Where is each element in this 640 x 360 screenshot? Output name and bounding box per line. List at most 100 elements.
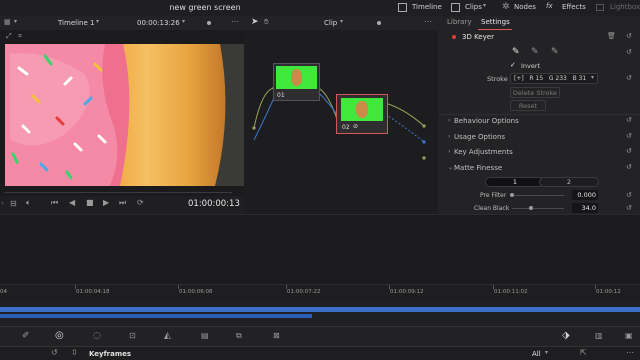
clip-progress-bar[interactable] <box>0 314 312 318</box>
window-icon[interactable]: ◎ <box>55 330 64 341</box>
reset-icon[interactable]: ↺ <box>626 32 632 40</box>
play-icon[interactable]: ▶ <box>103 198 109 207</box>
bottom-toolbar: ✐ ◎ ◌ ⊡ ◭ ▤ ⧉ ⊠ ⬗ ▥ ▣ <box>0 326 640 346</box>
clip-selector-icon[interactable]: ⊟ <box>10 199 17 208</box>
chevron-right-icon[interactable]: › <box>448 117 450 124</box>
reset-icon[interactable]: ↺ <box>626 116 632 124</box>
loop-icon[interactable]: ⟳ <box>137 198 144 207</box>
delete-stroke-button[interactable]: Delete Stroke <box>510 87 560 98</box>
cleanblack-slider-track[interactable] <box>512 208 564 209</box>
chevron-right-icon[interactable]: › <box>448 133 450 140</box>
stop-icon[interactable]: ■ <box>86 198 94 207</box>
matte-option-2-button[interactable]: 2 <box>539 177 599 187</box>
timeline-name[interactable]: Timeline 1 <box>58 19 94 27</box>
chevron-down-icon[interactable]: ▾ <box>182 18 185 25</box>
blur-icon[interactable]: ◭ <box>164 331 171 341</box>
speaker-icon[interactable]: 🔈︎ <box>26 198 31 208</box>
fit-icon[interactable]: ⇱ <box>580 348 587 357</box>
reverse-play-icon[interactable]: ◀ <box>69 198 75 207</box>
video-frame[interactable] <box>5 44 245 186</box>
node-01[interactable]: 01 <box>273 63 320 101</box>
reset-icon[interactable]: ↺ <box>626 147 632 155</box>
chevron-right-icon[interactable]: › <box>448 148 450 155</box>
section-usage-options[interactable]: Usage Options <box>454 133 505 141</box>
transform-icon[interactable]: ⤢ <box>6 32 12 41</box>
menu-nodes[interactable]: Nodes <box>514 3 536 11</box>
eyedropper-minus-icon[interactable]: ✎ <box>531 47 539 57</box>
pointer-icon[interactable]: ➤ <box>251 17 259 27</box>
timeline-icon[interactable] <box>398 3 407 12</box>
cleanblack-label: Clean Black <box>474 205 510 212</box>
prefilter-slider-handle[interactable] <box>510 193 514 197</box>
menu-lightbox[interactable]: Lightbox <box>610 3 640 11</box>
ruler-tick-mark <box>595 285 596 289</box>
skip-forward-icon[interactable]: ⏭︎ <box>119 198 126 208</box>
expand-icon[interactable]: ⇳ <box>71 348 78 357</box>
section-key-adjustments[interactable]: Key Adjustments <box>454 148 513 156</box>
stroke-select[interactable]: [+] R 15 G 233 B 31 ▾ <box>510 73 598 84</box>
hand-icon[interactable]: ✋︎ <box>264 17 269 27</box>
node-graph[interactable]: 01 02 ⊘ <box>244 30 438 214</box>
prefilter-slider-track[interactable] <box>512 195 564 196</box>
trash-icon[interactable]: 🗑︎ <box>607 32 616 40</box>
chevron-down-icon[interactable]: ▾ <box>340 18 343 25</box>
chevron-down-icon[interactable]: ▾ <box>14 18 17 25</box>
reset-icon[interactable]: ↺ <box>626 48 632 56</box>
lightbox-icon[interactable] <box>596 4 604 11</box>
keyframe-mode-icon[interactable]: ⬗ <box>562 330 570 341</box>
nodes-icon[interactable]: ✲ <box>502 2 510 12</box>
menu-clips[interactable]: Clips <box>465 3 482 11</box>
enable-dot-icon[interactable] <box>452 35 456 39</box>
picker-icon[interactable]: ✐ <box>22 331 30 341</box>
effects-icon[interactable]: fx <box>546 2 553 10</box>
skip-back-icon[interactable]: ⏮︎ <box>51 198 58 208</box>
chevron-down-icon[interactable]: ▾ <box>96 18 99 25</box>
reset-icon[interactable]: ↺ <box>626 191 632 199</box>
crop-icon[interactable]: ⌗ <box>18 32 22 41</box>
prefilter-value-field[interactable]: 0.000 <box>572 190 598 200</box>
section-matte-finesse[interactable]: Matte Finesse <box>454 164 502 172</box>
node-mode-select[interactable]: Clip <box>324 19 337 27</box>
video-clip-track[interactable] <box>0 307 640 312</box>
section-behaviour-options[interactable]: Behaviour Options <box>454 117 519 125</box>
motion-effects-icon[interactable]: ▥ <box>595 331 603 340</box>
magic-mask-icon[interactable]: ⊡ <box>129 331 136 340</box>
tab-settings[interactable]: Settings <box>481 18 510 26</box>
timeline-ruler[interactable]: 04 01:00:04:18 01:00:06:08 01:00:07:22 0… <box>0 284 640 300</box>
invert-checkbox[interactable]: ✓ <box>510 61 516 69</box>
audio-meter-icon[interactable]: ◦ <box>0 199 5 208</box>
reset-icon[interactable]: ↺ <box>626 132 632 140</box>
reset-icon[interactable]: ↺ <box>626 74 632 82</box>
clips-icon[interactable] <box>451 3 460 12</box>
record-dot-icon[interactable] <box>377 21 381 25</box>
timeline-tracks[interactable] <box>0 300 640 326</box>
3d-icon[interactable]: ⊠ <box>273 331 280 340</box>
tab-library[interactable]: Library <box>447 18 471 26</box>
reset-button[interactable]: Reset <box>510 100 546 111</box>
chevron-down-icon[interactable]: ▾ <box>483 2 486 9</box>
key-tool-icon[interactable]: ▤ <box>201 331 209 340</box>
cleanblack-value-field[interactable]: 34.0 <box>572 203 598 213</box>
chevron-down-icon[interactable]: ▾ <box>545 349 548 356</box>
reset-icon[interactable]: ↺ <box>626 204 632 212</box>
record-dot-icon[interactable] <box>207 21 211 25</box>
keyframes-filter-select[interactable]: All <box>532 350 541 358</box>
scopes-icon[interactable]: ▣ <box>625 331 633 340</box>
chevron-down-icon[interactable]: ⌄ <box>448 164 453 171</box>
menu-timeline[interactable]: Timeline <box>412 3 442 11</box>
more-options-icon[interactable]: ⋯ <box>626 348 634 357</box>
tracker-icon[interactable]: ◌ <box>93 331 101 341</box>
more-options-icon[interactable]: ⋯ <box>424 17 432 26</box>
reset-icon[interactable]: ↺ <box>626 163 632 171</box>
viewer-scrubber[interactable] <box>4 192 232 193</box>
reset-icon[interactable]: ↺ <box>51 348 58 357</box>
more-options-icon[interactable]: ⋯ <box>231 17 239 26</box>
matte-option-1-button[interactable]: 1 <box>485 177 545 187</box>
cleanblack-slider-handle[interactable] <box>529 206 533 210</box>
eyedropper-icon[interactable]: ✎ <box>512 47 520 57</box>
eyedropper-plus-icon[interactable]: ✎ <box>551 47 559 57</box>
grid-icon[interactable]: ▦ <box>4 18 11 26</box>
node-02[interactable]: 02 ⊘ <box>336 94 388 134</box>
menu-effects[interactable]: Effects <box>562 3 586 11</box>
sizing-icon[interactable]: ⧉ <box>236 331 242 341</box>
